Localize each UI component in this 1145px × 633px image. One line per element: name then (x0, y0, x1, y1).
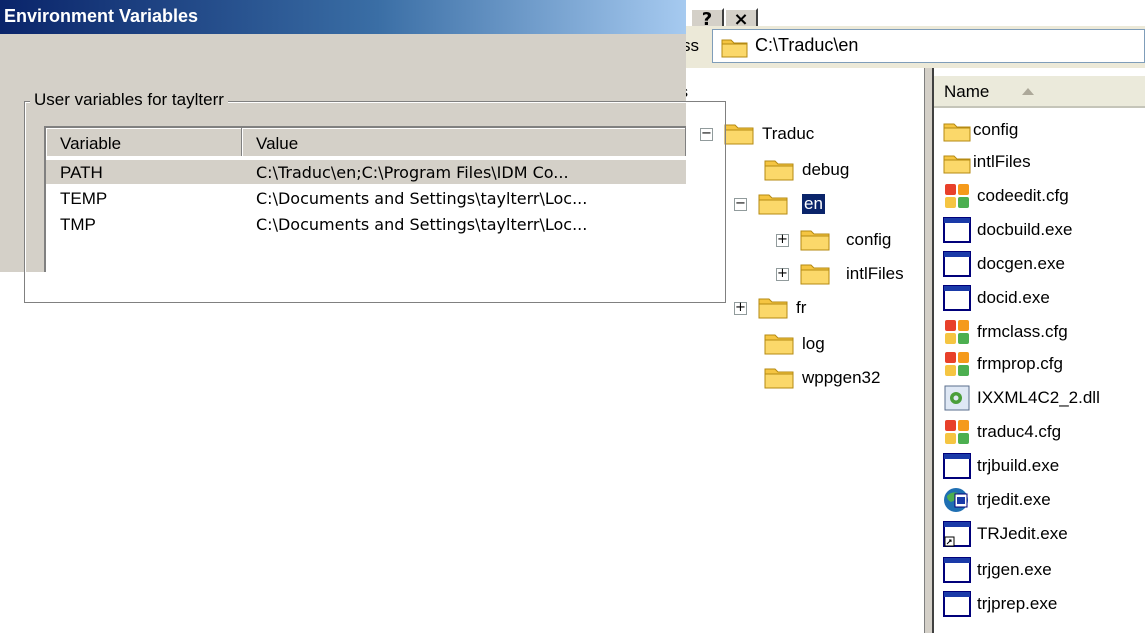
tree-node-label: log (802, 334, 825, 353)
list-item-label: trjedit.exe (977, 490, 1051, 509)
exe-window-icon (943, 591, 971, 617)
cfg-file-icon (945, 184, 969, 208)
tree-node-label: debug (802, 160, 850, 179)
user-variables-list[interactable]: Variable Value PATH C:\Traduc\en;C:\Prog… (44, 126, 686, 272)
variable-value: C:\Traduc\en;C:\Program Files\IDM Co... (256, 163, 569, 182)
variable-value: C:\Documents and Settings\taylterr\Loc..… (256, 215, 588, 234)
column-header-label: Name (944, 82, 990, 101)
dialog-titlebar[interactable]: Environment Variables (0, 0, 686, 34)
list-item-label: TRJedit.exe (977, 524, 1068, 543)
list-item-label: frmprop.cfg (977, 354, 1063, 373)
column-header-variable[interactable]: Variable (46, 128, 242, 156)
tree-node-label: wppgen32 (802, 368, 881, 387)
column-header-value[interactable]: Value (242, 128, 686, 156)
column-header-label: Value (256, 134, 299, 153)
exe-window-icon (943, 557, 971, 583)
column-header-label: Variable (60, 134, 122, 153)
list-item-label: traduc4.cfg (977, 422, 1062, 441)
cfg-file-icon (945, 320, 969, 344)
folder-icon (764, 160, 794, 181)
folder-icon (943, 123, 971, 142)
folder-icon (724, 124, 754, 145)
tree-node-log[interactable]: log (740, 330, 890, 360)
folder-icon (758, 194, 788, 215)
column-header-name[interactable]: Name (934, 76, 1145, 108)
exe-window-icon (943, 217, 971, 243)
dialog-title: Environment Variables (4, 6, 199, 26)
list-item-label: intlFiles (973, 152, 1031, 171)
tree-node-config[interactable]: + config (776, 226, 926, 256)
tree-node-wppgen32[interactable]: wppgen32 (740, 364, 920, 394)
tree-node-fr[interactable]: + fr (734, 294, 884, 324)
sort-ascending-icon (1022, 88, 1034, 95)
list-item-label: trjprep.exe (977, 594, 1058, 613)
variable-name: TEMP (60, 189, 108, 208)
variable-value: C:\Documents and Settings\taylterr\Loc..… (256, 189, 588, 208)
tree-node-label: fr (796, 298, 807, 317)
list-item-label: IXXML4C2_2.dll (977, 388, 1100, 407)
folder-icon (943, 155, 971, 174)
group-label: User variables for taylterr (30, 90, 228, 110)
list-item-label: trjbuild.exe (977, 456, 1060, 475)
expand-toggle-icon[interactable]: + (776, 267, 789, 281)
tree-node-label: config (846, 230, 892, 249)
folder-icon (758, 298, 788, 319)
table-row[interactable]: TEMP C:\Documents and Settings\taylterr\… (46, 186, 686, 210)
list-item-label: docid.exe (977, 288, 1050, 307)
list-item-label: docgen.exe (977, 254, 1065, 273)
list-item-label: codeedit.cfg (977, 186, 1069, 205)
exe-window-icon (943, 251, 971, 277)
list-item-label: trjgen.exe (977, 560, 1052, 579)
expand-toggle-icon[interactable]: + (776, 233, 789, 247)
collapse-toggle-icon[interactable]: − (734, 197, 747, 211)
expand-toggle-icon[interactable]: + (734, 301, 747, 315)
folder-icon (721, 39, 748, 58)
table-row[interactable]: PATH C:\Traduc\en;C:\Program Files\IDM C… (46, 160, 686, 184)
tree-node-label: Traduc (762, 124, 815, 143)
environment-variables-dialog: Environment Variables User variables for… (0, 0, 726, 303)
exe-window-icon (943, 453, 971, 479)
variable-name: PATH (60, 163, 103, 182)
tree-node-intlfiles[interactable]: + intlFiles (776, 260, 926, 290)
tree-node-traduc[interactable]: − Traduc (700, 120, 900, 150)
tree-node-en[interactable]: − en (734, 190, 904, 220)
exe-window-icon (943, 285, 971, 311)
tree-node-label: intlFiles (846, 264, 904, 283)
list-item-label: config (973, 120, 1019, 139)
folder-icon (800, 230, 830, 251)
shortcut-exe-icon (943, 521, 971, 547)
address-input[interactable]: C:\Traduc\en (712, 29, 1145, 63)
globe-app-icon (944, 488, 968, 512)
variable-name: TMP (60, 215, 96, 234)
table-row[interactable]: TMP C:\Documents and Settings\taylterr\L… (46, 212, 686, 236)
cfg-file-icon (945, 420, 969, 444)
dll-file-icon (944, 385, 970, 411)
folder-icon (764, 334, 794, 355)
tree-node-debug[interactable]: debug (740, 156, 910, 186)
folder-icon (764, 368, 794, 389)
address-value: C:\Traduc\en (755, 35, 859, 55)
list-item-label: docbuild.exe (977, 220, 1073, 239)
list-item-label: frmclass.cfg (977, 322, 1068, 341)
list-header: Variable Value (46, 128, 686, 156)
pane-splitter[interactable] (924, 68, 932, 633)
folder-icon (800, 264, 830, 285)
cfg-file-icon (945, 352, 969, 376)
tree-node-label: en (802, 194, 825, 214)
